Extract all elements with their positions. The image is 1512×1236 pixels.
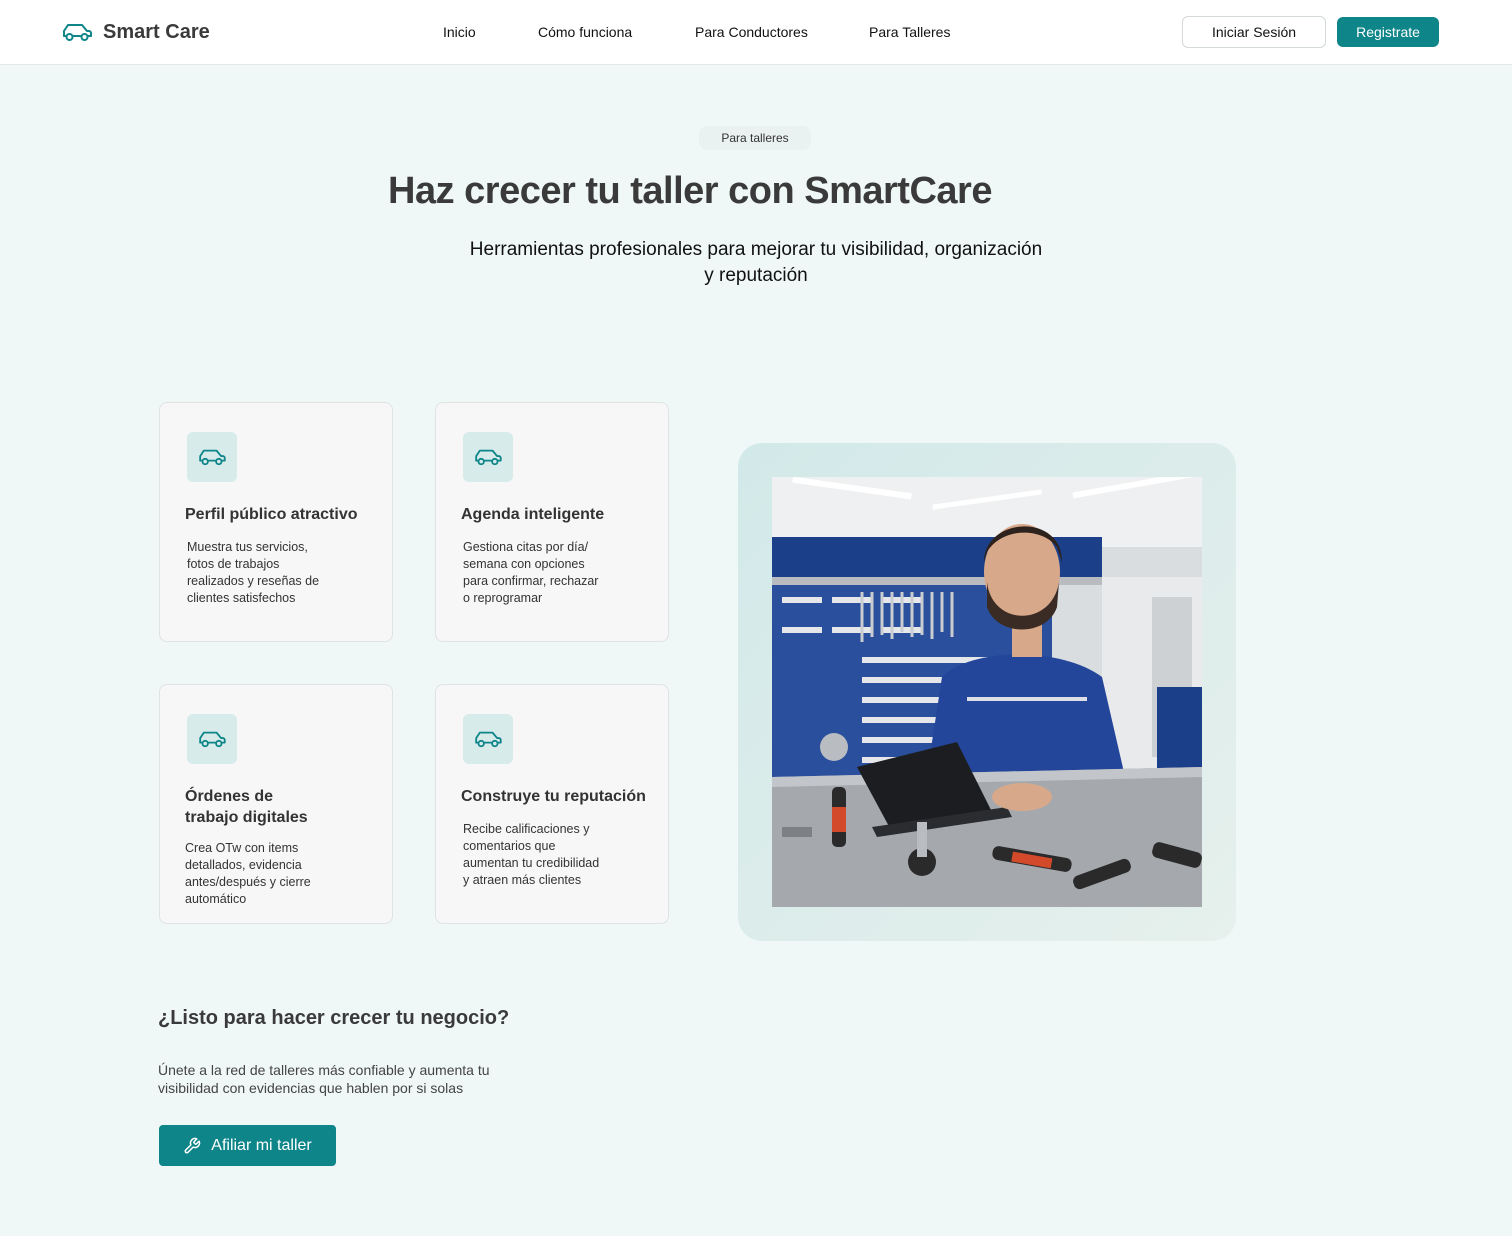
- feature-desc-line: y atraen más clientes: [463, 873, 582, 887]
- cta-text-line1: Únete a la red de talleres más confiable…: [158, 1062, 490, 1078]
- car-icon: [187, 432, 237, 482]
- cta-text-line2: visibilidad con evidencias que hablen po…: [158, 1080, 464, 1096]
- feature-description: Muestra tus servicios, fotos de trabajos…: [187, 539, 319, 607]
- feature-card-perfil: Perfil público atractivo Muestra tus ser…: [159, 402, 393, 642]
- cta-text: Únete a la red de talleres más confiable…: [158, 1061, 490, 1097]
- feature-title-line: trabajo digitales: [185, 809, 308, 826]
- feature-desc-line: Gestiona citas por día/: [463, 540, 589, 554]
- car-icon: [463, 714, 513, 764]
- feature-description: Gestiona citas por día/ semana con opcio…: [463, 539, 598, 607]
- feature-desc-line: o reprogramar: [463, 591, 543, 605]
- mechanic-photo: [772, 477, 1202, 907]
- feature-card-ordenes: Órdenes de trabajo digitales Crea OTw co…: [159, 684, 393, 924]
- image-frame: [738, 443, 1236, 941]
- feature-desc-line: semana con opciones: [463, 557, 585, 571]
- hero-subtitle: Herramientas profesionales para mejorar …: [440, 237, 1072, 289]
- feature-title: Órdenes de trabajo digitales: [185, 786, 385, 828]
- login-button[interactable]: Iniciar Sesión: [1182, 16, 1326, 48]
- nav-inicio[interactable]: Inicio: [443, 24, 476, 40]
- afiliar-taller-label: Afiliar mi taller: [211, 1136, 312, 1154]
- feature-desc-line: detallados, evidencia: [185, 858, 302, 872]
- top-navbar: Smart Care Inicio Cómo funciona Para Con…: [0, 0, 1512, 65]
- nav-para-talleres[interactable]: Para Talleres: [869, 24, 950, 40]
- feature-title: Agenda inteligente: [461, 506, 605, 523]
- feature-description: Recibe calificaciones y comentarios que …: [463, 821, 599, 889]
- afiliar-taller-button[interactable]: Afiliar mi taller: [159, 1125, 336, 1166]
- nav-para-conductores[interactable]: Para Conductores: [695, 24, 808, 40]
- car-icon: [463, 432, 513, 482]
- wrench-icon: [183, 1137, 201, 1155]
- hero-subtitle-line2: y reputación: [704, 265, 808, 286]
- feature-description: Crea OTw con items detallados, evidencia…: [185, 840, 311, 908]
- feature-desc-line: para confirmar, rechazar: [463, 574, 599, 588]
- car-icon: [187, 714, 237, 764]
- register-button[interactable]: Registrate: [1337, 17, 1439, 47]
- feature-desc-line: antes/después y cierre: [185, 875, 311, 889]
- feature-title: Construye tu reputación: [461, 788, 646, 805]
- hero-title: Haz crecer tu taller con SmartCare: [388, 170, 992, 212]
- feature-desc-line: aumentan tu credibilidad: [463, 856, 600, 870]
- feature-card-reputacion: Construye tu reputación Recibe calificac…: [435, 684, 669, 924]
- section-badge: Para talleres: [699, 126, 811, 150]
- hero-subtitle-line1: Herramientas profesionales para mejorar …: [469, 239, 1043, 260]
- feature-title-line: Órdenes de: [185, 788, 274, 805]
- feature-desc-line: Crea OTw con items: [185, 841, 299, 855]
- feature-title: Perfil público atractivo: [185, 506, 358, 523]
- feature-desc-line: comentarios que: [463, 839, 556, 853]
- feature-desc-line: Recibe calificaciones y: [463, 822, 590, 836]
- feature-desc-line: fotos de trabajos: [187, 557, 280, 571]
- feature-desc-line: realizados y reseñas de: [187, 574, 320, 588]
- feature-desc-line: clientes satisfechos: [187, 591, 296, 605]
- feature-desc-line: automático: [185, 892, 247, 906]
- nav-como-funciona[interactable]: Cómo funciona: [538, 24, 632, 40]
- feature-card-agenda: Agenda inteligente Gestiona citas por dí…: [435, 402, 669, 642]
- feature-desc-line: Muestra tus servicios,: [187, 540, 308, 554]
- cta-title: ¿Listo para hacer crecer tu negocio?: [158, 1007, 510, 1029]
